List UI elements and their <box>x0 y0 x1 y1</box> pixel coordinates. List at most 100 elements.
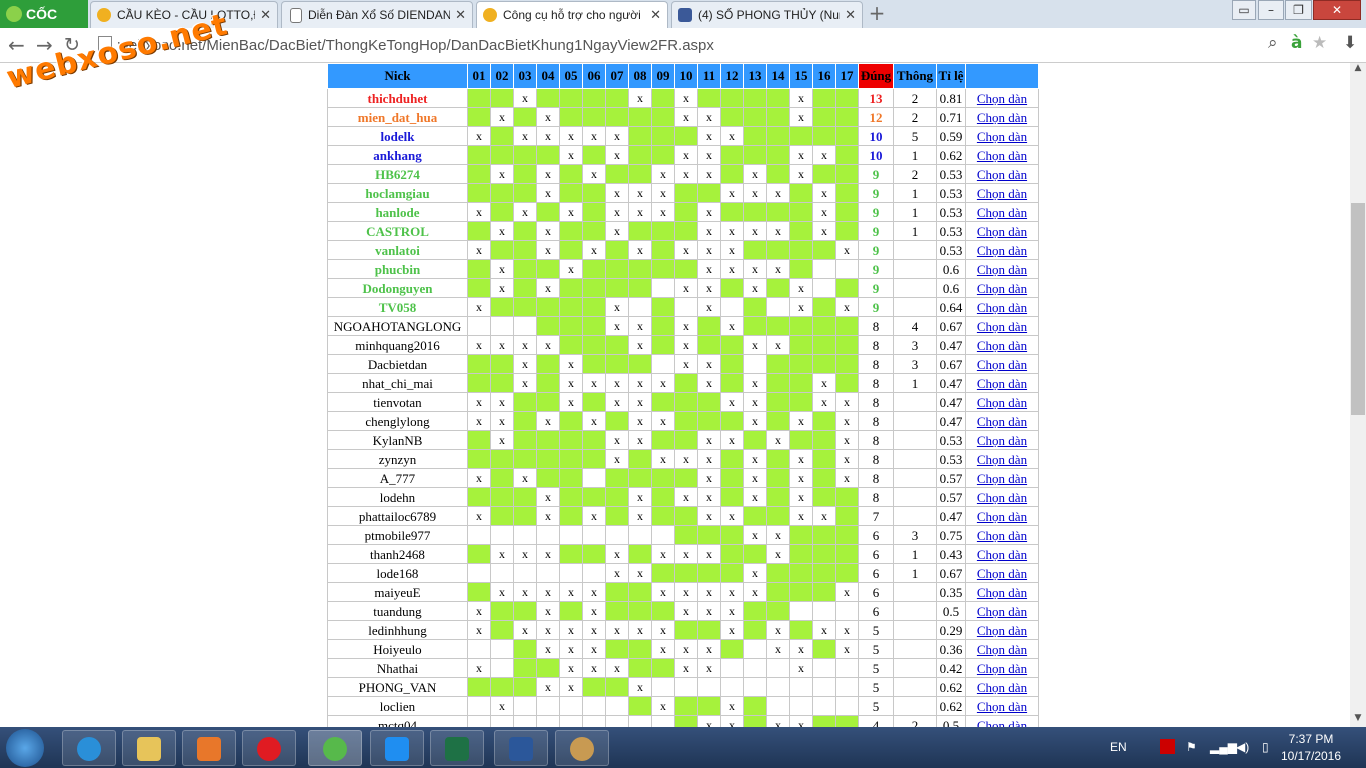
new-tab-plus-icon[interactable]: + <box>866 2 888 24</box>
chon-dan-link[interactable]: Chọn dàn <box>977 547 1027 562</box>
volume-icon[interactable]: ◀) <box>1236 727 1249 768</box>
chon-dan-link[interactable]: Chọn dàn <box>977 528 1027 543</box>
chon-dan-link[interactable]: Chọn dàn <box>977 509 1027 524</box>
ie-taskbar-button[interactable] <box>62 730 116 766</box>
restore-icon[interactable]: ❐ <box>1285 0 1312 20</box>
chon-dan-link[interactable]: Chọn dàn <box>977 186 1027 201</box>
chon-dan-link[interactable]: Chọn dàn <box>977 699 1027 714</box>
zalo-taskbar-button[interactable] <box>370 730 424 766</box>
nick-cell: thanh2468 <box>327 544 468 564</box>
chon-dan-link[interactable]: Chọn dàn <box>977 452 1027 467</box>
mark-cell <box>559 506 583 526</box>
chon-dan-link[interactable]: Chọn dàn <box>977 623 1027 638</box>
chon-dan-link[interactable]: Chọn dàn <box>977 281 1027 296</box>
table-row: NGOAHOTANGLONG x x x x 8 4 0.67 Chọn dàn <box>327 316 1039 336</box>
scroll-up-icon[interactable]: ▲ <box>1350 63 1366 77</box>
mark-cell <box>766 354 790 374</box>
chon-dan-link[interactable]: Chọn dàn <box>977 338 1027 353</box>
battery-icon[interactable]: ▯ <box>1262 727 1269 768</box>
antivirus-icon[interactable] <box>1160 727 1175 768</box>
mark-x: x <box>706 718 712 727</box>
chon-dan-link[interactable]: Chọn dàn <box>977 566 1027 581</box>
star-icon[interactable]: ★ <box>1312 33 1327 53</box>
close-tab-icon[interactable]: ✕ <box>260 2 271 28</box>
chon-dan-link[interactable]: Chọn dàn <box>977 604 1027 619</box>
system-clock[interactable]: 7:37 PM 10/17/2016 <box>1276 731 1346 765</box>
mark-cell: x <box>766 715 790 727</box>
search-icon[interactable]: ⌕ <box>1268 33 1278 53</box>
chon-dan-link[interactable]: Chọn dàn <box>977 471 1027 486</box>
dung-cell: 4 <box>858 715 894 727</box>
coccoc-taskbar-button[interactable] <box>308 730 362 766</box>
vertical-scrollbar[interactable]: ▲ ▼ <box>1350 63 1366 727</box>
translate-icon[interactable]: à <box>1291 33 1302 53</box>
scrollbar-thumb[interactable] <box>1351 203 1365 415</box>
browser-tab-4[interactable]: (4) SỐ PHONG THỦY (Num ✕ <box>671 1 863 28</box>
chon-dan-link[interactable]: Chọn dàn <box>977 680 1027 695</box>
chon-dan-link[interactable]: Chọn dàn <box>977 319 1027 334</box>
explorer-taskbar-button[interactable] <box>122 730 176 766</box>
mark-x: x <box>614 623 620 637</box>
chon-dan-link[interactable]: Chọn dàn <box>977 490 1027 505</box>
chon-dan-link[interactable]: Chọn dàn <box>977 148 1027 163</box>
close-tab-icon[interactable]: ✕ <box>455 2 466 28</box>
chon-dan-link[interactable]: Chọn dàn <box>977 433 1027 448</box>
mark-cell <box>651 563 675 583</box>
close-tab-icon[interactable]: ✕ <box>650 2 661 28</box>
chon-dan-link[interactable]: Chọn dàn <box>977 91 1027 106</box>
thong-cell <box>893 506 937 526</box>
start-button[interactable] <box>6 729 44 767</box>
mark-cell: x <box>559 582 583 602</box>
link-cell: Chọn dàn <box>965 677 1039 697</box>
chon-dan-link[interactable]: Chọn dàn <box>977 357 1027 372</box>
nick-cell: lodelk <box>327 126 468 146</box>
chon-dan-link[interactable]: Chọn dàn <box>977 414 1027 429</box>
network-icon[interactable]: ▂▄▆ <box>1210 727 1237 768</box>
thong-cell: 3 <box>893 354 937 374</box>
chon-dan-link[interactable]: Chọn dàn <box>977 661 1027 676</box>
mark-cell <box>835 164 859 184</box>
chon-dan-link[interactable]: Chọn dàn <box>977 129 1027 144</box>
mark-x: x <box>545 604 551 618</box>
scroll-down-icon[interactable]: ▼ <box>1350 713 1366 727</box>
nick-cell: maiyeuE <box>327 582 468 602</box>
back-arrow-icon[interactable]: ← <box>8 33 25 57</box>
chon-dan-link[interactable]: Chọn dàn <box>977 262 1027 277</box>
browser-tab-3-active[interactable]: Công cụ hỗ trợ cho người ✕ <box>476 1 668 28</box>
profile-icon[interactable]: ▭ <box>1232 0 1256 20</box>
mark-cell <box>697 88 721 108</box>
chon-dan-link[interactable]: Chọn dàn <box>977 224 1027 239</box>
media-taskbar-button[interactable] <box>182 730 236 766</box>
mark-cell <box>674 373 698 393</box>
chon-dan-link[interactable]: Chọn dàn <box>977 585 1027 600</box>
close-window-icon[interactable]: ✕ <box>1313 0 1361 20</box>
chon-dan-link[interactable]: Chọn dàn <box>977 376 1027 391</box>
mark-cell <box>605 487 629 507</box>
mark-cell: x <box>720 126 744 146</box>
table-row: mien_dat_hua x x x x x 12 2 0.71 Chọn dàn <box>327 107 1039 127</box>
chon-dan-link[interactable]: Chọn dàn <box>977 243 1027 258</box>
url-field[interactable]: webxoso.net/MienBac/DacBiet/ThongKeTongH… <box>98 35 1338 57</box>
word-taskbar-button[interactable] <box>494 730 548 766</box>
browser-tab-2[interactable]: Diễn Đàn Xổ Số DIENDAN ✕ <box>281 1 473 28</box>
chon-dan-link[interactable]: Chọn dàn <box>977 642 1027 657</box>
nick-cell: A_777 <box>327 468 468 488</box>
opera-taskbar-button[interactable] <box>242 730 296 766</box>
chon-dan-link[interactable]: Chọn dàn <box>977 395 1027 410</box>
coccoc-logo[interactable]: CỐC CỐC <box>0 0 88 50</box>
flag-icon[interactable]: ⚑ <box>1186 727 1197 768</box>
chon-dan-link[interactable]: Chọn dàn <box>977 167 1027 182</box>
language-indicator[interactable]: EN <box>1110 727 1127 768</box>
chon-dan-link[interactable]: Chọn dàn <box>977 300 1027 315</box>
excel-taskbar-button[interactable] <box>430 730 484 766</box>
chon-dan-link[interactable]: Chọn dàn <box>977 718 1027 728</box>
close-tab-icon[interactable]: ✕ <box>845 2 856 28</box>
chon-dan-link[interactable]: Chọn dàn <box>977 110 1027 125</box>
chon-dan-link[interactable]: Chọn dàn <box>977 205 1027 220</box>
mark-x: x <box>637 376 643 390</box>
minimize-icon[interactable]: – <box>1258 0 1284 20</box>
mark-cell: x <box>513 88 537 108</box>
download-icon[interactable]: ⬇ <box>1343 33 1357 53</box>
mark-x: x <box>499 110 505 124</box>
paint-taskbar-button[interactable] <box>555 730 609 766</box>
